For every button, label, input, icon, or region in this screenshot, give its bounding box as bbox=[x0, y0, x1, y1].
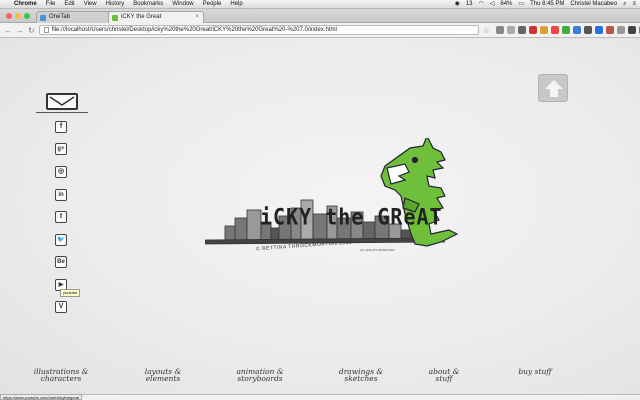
extension-icon[interactable] bbox=[517, 26, 526, 34]
email-icon[interactable] bbox=[46, 93, 78, 110]
nav-drawings[interactable]: drawings & sketches bbox=[333, 368, 389, 383]
site-title: iCKY the GReAT bbox=[260, 203, 443, 231]
extension-icon[interactable] bbox=[627, 26, 636, 34]
extension-icon[interactable] bbox=[561, 26, 570, 34]
extension-icon[interactable] bbox=[616, 26, 625, 34]
page-icon bbox=[43, 27, 49, 33]
reload-icon[interactable]: ↻ bbox=[28, 26, 35, 35]
url-text[interactable]: file:///localhost/Users/christel/Desktop… bbox=[52, 26, 337, 35]
browser-toolbar: ← → ↻ file:///localhost/Users/christel/D… bbox=[0, 23, 640, 38]
main-navigation: illustrations & characters layouts & ele… bbox=[0, 368, 640, 388]
youtube-tooltip: youtube bbox=[60, 289, 81, 297]
close-window-icon[interactable] bbox=[6, 13, 12, 19]
menu-history[interactable]: History bbox=[106, 0, 125, 9]
spotlight-icon[interactable]: ⌕ bbox=[623, 0, 626, 9]
window-controls bbox=[6, 13, 30, 19]
nav-animation[interactable]: animation & storyboards bbox=[230, 368, 290, 383]
close-tab-icon[interactable]: × bbox=[195, 12, 199, 23]
extension-icon[interactable] bbox=[550, 26, 559, 34]
tumblr-icon[interactable]: t bbox=[55, 211, 67, 223]
battery-percent[interactable]: 64% bbox=[500, 0, 512, 9]
notification-badge[interactable]: 13 bbox=[466, 0, 473, 9]
nav-line: elements bbox=[145, 374, 181, 383]
extension-icon[interactable] bbox=[539, 26, 548, 34]
dino-favicon-icon bbox=[112, 15, 118, 21]
extension-icon[interactable] bbox=[583, 26, 592, 34]
wifi-icon[interactable]: ◠ bbox=[479, 0, 484, 9]
nav-line: characters bbox=[40, 374, 82, 383]
google-plus-icon[interactable]: g+ bbox=[55, 143, 67, 155]
tab-icky[interactable]: iCKY the Great × bbox=[108, 11, 204, 23]
back-icon[interactable]: ← bbox=[4, 26, 12, 35]
record-icon[interactable]: ◉ bbox=[455, 0, 460, 9]
scroll-top-button[interactable] bbox=[538, 74, 568, 102]
nav-layouts[interactable]: layouts & elements bbox=[135, 368, 191, 383]
clock[interactable]: Thu 8:45 PM bbox=[530, 0, 564, 9]
browser-status-bar bbox=[0, 394, 640, 400]
nav-illustrations[interactable]: illustrations & characters bbox=[30, 368, 92, 383]
extension-icon[interactable] bbox=[495, 26, 504, 34]
extension-icon[interactable] bbox=[594, 26, 603, 34]
onetab-icon bbox=[40, 15, 46, 21]
menu-people[interactable]: People bbox=[203, 0, 222, 9]
twitter-icon[interactable]: 🐦 bbox=[55, 234, 67, 246]
arrow-up-icon bbox=[545, 80, 563, 97]
bookmark-star-icon[interactable]: ☆ bbox=[483, 26, 490, 35]
behance-icon[interactable]: Be bbox=[55, 256, 67, 268]
tab-label: OneTab bbox=[49, 14, 71, 20]
envelope-icon bbox=[49, 96, 75, 106]
user-name[interactable]: Christel Macabeo bbox=[570, 0, 617, 9]
linkedin-icon[interactable]: in bbox=[55, 189, 67, 201]
tab-strip: OneTab × iCKY the Great × bbox=[0, 9, 640, 23]
volume-icon[interactable]: ◁ bbox=[490, 0, 495, 9]
tab-label: iCKY the Great bbox=[121, 14, 162, 20]
menu-chrome[interactable]: Chrome bbox=[14, 0, 37, 9]
menu-window[interactable]: Window bbox=[172, 0, 193, 9]
divider bbox=[36, 112, 88, 113]
nav-about[interactable]: about & stuff bbox=[422, 368, 466, 383]
mac-menu-bar: Chrome File Edit View History Bookmarks … bbox=[0, 0, 640, 9]
vimeo-icon[interactable]: V bbox=[55, 301, 67, 313]
menu-help[interactable]: Help bbox=[230, 0, 242, 9]
extension-icon[interactable] bbox=[528, 26, 537, 34]
menu-view[interactable]: View bbox=[84, 0, 97, 9]
extension-icon[interactable] bbox=[572, 26, 581, 34]
list-icon[interactable]: ≡ bbox=[632, 0, 636, 9]
menu-edit[interactable]: Edit bbox=[64, 0, 74, 9]
hover-link-url: https://www.youtube.com/user/ickythegrea… bbox=[0, 394, 83, 400]
instagram-icon[interactable]: ◎ bbox=[55, 166, 67, 178]
zoom-window-icon[interactable] bbox=[24, 13, 30, 19]
menu-bookmarks[interactable]: Bookmarks bbox=[133, 0, 163, 9]
nav-line: sketches bbox=[344, 374, 378, 383]
address-bar[interactable]: file:///localhost/Users/christel/Desktop… bbox=[38, 25, 479, 35]
nav-line: buy stuff bbox=[518, 367, 552, 376]
extensions-area bbox=[495, 26, 640, 34]
menu-file[interactable]: File bbox=[46, 0, 56, 9]
extension-icon[interactable] bbox=[605, 26, 614, 34]
website-page: f g+ ◎ in t 🐦 Be ▶ youtube V iCKY the GR… bbox=[0, 38, 640, 394]
rights-reserved: ALL RIGHTS RESERVED bbox=[360, 248, 395, 252]
facebook-icon[interactable]: f bbox=[55, 121, 67, 133]
forward-icon[interactable]: → bbox=[16, 26, 24, 35]
extension-icon[interactable] bbox=[506, 26, 515, 34]
nav-line: stuff bbox=[435, 374, 453, 383]
minimize-window-icon[interactable] bbox=[15, 13, 21, 19]
nav-line: storyboards bbox=[237, 374, 283, 383]
nav-buy-stuff[interactable]: buy stuff bbox=[508, 367, 562, 376]
battery-icon[interactable]: ▭ bbox=[518, 0, 524, 9]
